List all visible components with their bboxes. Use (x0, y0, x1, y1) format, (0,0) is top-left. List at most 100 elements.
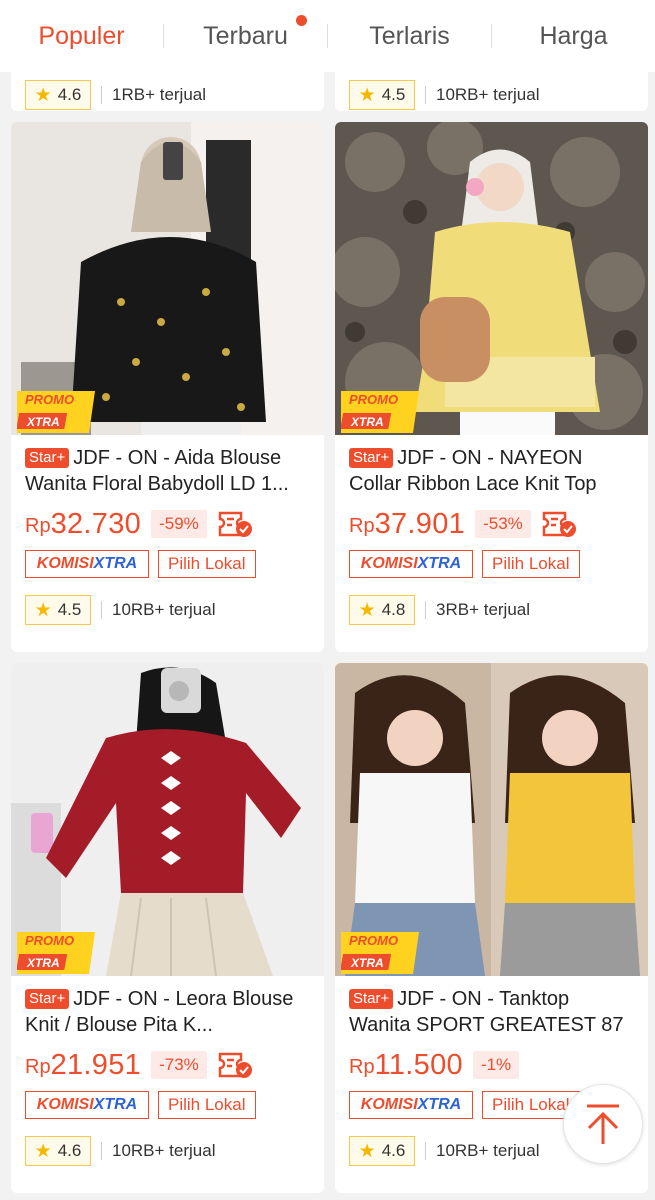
rating-badge: ★ 4.5 (349, 80, 415, 110)
promo-label: PROMO (349, 933, 399, 948)
komisi-label: KOMISI (360, 555, 418, 572)
komisi-label-xtra: XTRA (417, 555, 462, 572)
paylater-check-icon (218, 1052, 252, 1078)
rating-badge: ★ 4.6 (25, 1136, 91, 1166)
price-value: 32.730 (50, 507, 142, 540)
product-card[interactable]: PROMO XTRA Star+ JDF - ON - Leora Blouse … (11, 663, 324, 1193)
komisi-label: KOMISI (36, 555, 94, 572)
star-icon: ★ (34, 599, 52, 621)
product-photo-blouse-red (11, 663, 324, 976)
star-icon: ★ (34, 1140, 52, 1162)
promo-label: PROMO (25, 392, 75, 407)
tab-terlaris[interactable]: Terlaris (328, 0, 491, 72)
price-row: Rp 21.951 -73% (25, 1048, 310, 1082)
komisi-label: KOMISI (360, 1096, 418, 1113)
komisi-label: KOMISI (36, 1096, 94, 1113)
tags-row: KOMISI XTRA Pilih Lokal (25, 549, 310, 579)
discount-badge: -1% (472, 1051, 520, 1079)
product-photo-knit-yellow (335, 122, 648, 435)
komisi-label-xtra: XTRA (417, 1096, 462, 1113)
promo-label: PROMO (25, 933, 75, 948)
rating-value: 4.6 (57, 1141, 82, 1160)
star-icon: ★ (358, 599, 376, 621)
product-title: Star+ JDF - ON - Leora Blouse Knit / Blou… (25, 986, 310, 1038)
tab-label: Terlaris (369, 21, 450, 50)
star-plus-badge: Star+ (25, 448, 70, 468)
pilih-lokal-tag: Pilih Lokal (158, 1091, 256, 1119)
product-photo-blouse-black (11, 122, 324, 435)
sold-count: 10RB+ terjual (112, 600, 216, 619)
price-row: Rp 37.901 -53% (349, 507, 634, 541)
promo-label: PROMO (349, 392, 399, 407)
product-image[interactable]: PROMO XTRA (11, 122, 324, 435)
product-title: Star+ JDF - ON - Aida Blouse Wanita Flora… (25, 445, 310, 497)
pilih-lokal-tag: Pilih Lokal (158, 550, 256, 578)
rating-badge: ★ 4.6 (349, 1136, 415, 1166)
komisi-xtra-tag: KOMISI XTRA (25, 1091, 149, 1119)
rating-row: ★ 4.5 10RB+ terjual (25, 595, 310, 625)
star-plus-badge: Star+ (349, 448, 394, 468)
promo-label: XTRA (351, 415, 384, 429)
product-photo-tanktop (335, 663, 648, 976)
new-dot-indicator (296, 15, 307, 26)
product-image[interactable]: PROMO XTRA (335, 663, 648, 976)
komisi-xtra-tag: KOMISI XTRA (349, 550, 473, 578)
pilih-lokal-tag: Pilih Lokal (482, 550, 580, 578)
product-card[interactable]: PROMO XTRA Star+ JDF - ON - Aida Blouse W… (11, 122, 324, 652)
rating-row: ★ 4.6 1RB+ terjual (25, 80, 206, 110)
tab-label: Terbaru (203, 21, 288, 50)
rating-value: 4.8 (381, 600, 406, 619)
divider (425, 601, 426, 619)
promo-label: XTRA (27, 415, 60, 429)
tags-row: KOMISI XTRA Pilih Lokal (25, 1090, 310, 1120)
sold-count: 1RB+ terjual (112, 85, 207, 104)
tab-terbaru[interactable]: Terbaru (164, 0, 327, 72)
price-value: 37.901 (374, 507, 466, 540)
rating-row: ★ 4.8 3RB+ terjual (349, 595, 634, 625)
price-currency: Rp (349, 514, 375, 537)
price-row: Rp 32.730 -59% (25, 507, 310, 541)
star-icon: ★ (358, 1140, 376, 1162)
product-image[interactable]: PROMO XTRA (11, 663, 324, 976)
back-to-top-button[interactable] (563, 1084, 643, 1164)
star-icon: ★ (358, 84, 376, 106)
promo-label: XTRA (27, 956, 60, 970)
arrow-up-icon (587, 1104, 619, 1144)
product-title: Star+ JDF - ON - NAYEON Collar Ribbon Lac… (349, 445, 634, 497)
discount-badge: -59% (151, 510, 207, 538)
product-title: Star+ JDF - ON - Tanktop Wanita SPORT GRE… (349, 986, 634, 1038)
tab-label: Harga (539, 21, 608, 50)
divider (425, 1142, 426, 1160)
product-image[interactable]: PROMO XTRA (335, 122, 648, 435)
price-currency: Rp (25, 1055, 51, 1078)
price-value: 21.951 (50, 1048, 142, 1081)
komisi-label-xtra: XTRA (93, 555, 138, 572)
price-row: Rp 11.500 -1% (349, 1048, 634, 1082)
rating-value: 4.6 (381, 1141, 406, 1160)
tags-row: KOMISI XTRA Pilih Lokal (349, 549, 634, 579)
komisi-xtra-tag: KOMISI XTRA (349, 1091, 473, 1119)
rating-value: 4.5 (57, 600, 82, 619)
rating-row: ★ 4.5 10RB+ terjual (349, 80, 539, 110)
rating-badge: ★ 4.8 (349, 595, 415, 625)
discount-badge: -73% (151, 1051, 207, 1079)
promo-label: XTRA (351, 956, 384, 970)
komisi-label-xtra: XTRA (93, 1096, 138, 1113)
sold-count: 10RB+ terjual (436, 1141, 540, 1160)
tab-populer[interactable]: Populer (0, 0, 163, 72)
divider (101, 601, 102, 619)
rating-value: 4.6 (57, 85, 82, 104)
tab-label: Populer (38, 21, 125, 50)
rating-badge: ★ 4.5 (25, 595, 91, 625)
star-icon: ★ (34, 84, 52, 106)
rating-row: ★ 4.6 10RB+ terjual (25, 1136, 310, 1166)
divider (425, 86, 426, 104)
price-currency: Rp (349, 1055, 375, 1078)
product-card[interactable]: PROMO XTRA Star+ JDF - ON - NAYEON Collar… (335, 122, 648, 652)
komisi-xtra-tag: KOMISI XTRA (25, 550, 149, 578)
price-value: 11.500 (374, 1048, 463, 1081)
divider (101, 1142, 102, 1160)
star-plus-badge: Star+ (25, 989, 70, 1009)
tab-harga[interactable]: Harga (492, 0, 655, 72)
price-currency: Rp (25, 514, 51, 537)
